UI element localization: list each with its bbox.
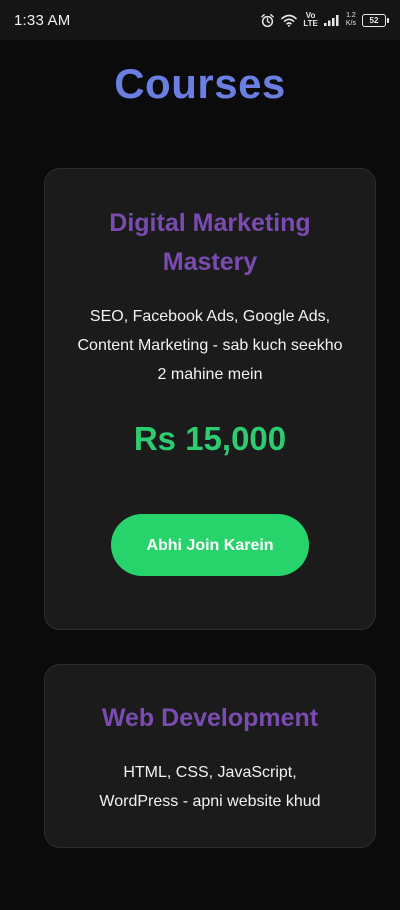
battery-icon: 52 <box>362 13 389 27</box>
page-title: Courses <box>114 60 286 107</box>
join-button[interactable]: Abhi Join Karein <box>111 514 309 576</box>
status-icons: Vo LTE 1.2 K/s 52 <box>260 12 389 28</box>
course-card-digital-marketing: Digital Marketing Mastery SEO, Facebook … <box>44 168 376 630</box>
status-bar: 1:33 AM Vo LTE 1.2 K/s 52 <box>0 0 400 40</box>
volte-indicator: Vo LTE <box>303 12 318 28</box>
status-time: 1:33 AM <box>14 11 71 29</box>
alarm-icon <box>260 13 275 28</box>
courses-page: 1:33 AM Vo LTE 1.2 K/s 52 Courses Digita… <box>0 0 400 910</box>
course-card-web-development: Web Development HTML, CSS, JavaScript, W… <box>44 664 376 848</box>
course-title: Digital Marketing Mastery <box>109 209 311 276</box>
course-description: HTML, CSS, JavaScript, WordPress - apni … <box>99 764 321 810</box>
course-title: Web Development <box>101 704 319 732</box>
network-speed-value: 1.2 <box>346 12 356 19</box>
wifi-icon <box>281 14 298 27</box>
signal-icon <box>323 14 340 26</box>
network-speed-unit: K/s <box>345 20 356 27</box>
network-speed: 1.2 K/s <box>346 12 356 28</box>
course-price: Rs 15,000 <box>133 420 287 457</box>
course-description: SEO, Facebook Ads, Google Ads, Content M… <box>77 308 343 383</box>
volte-label-bottom: LTE <box>303 19 318 28</box>
